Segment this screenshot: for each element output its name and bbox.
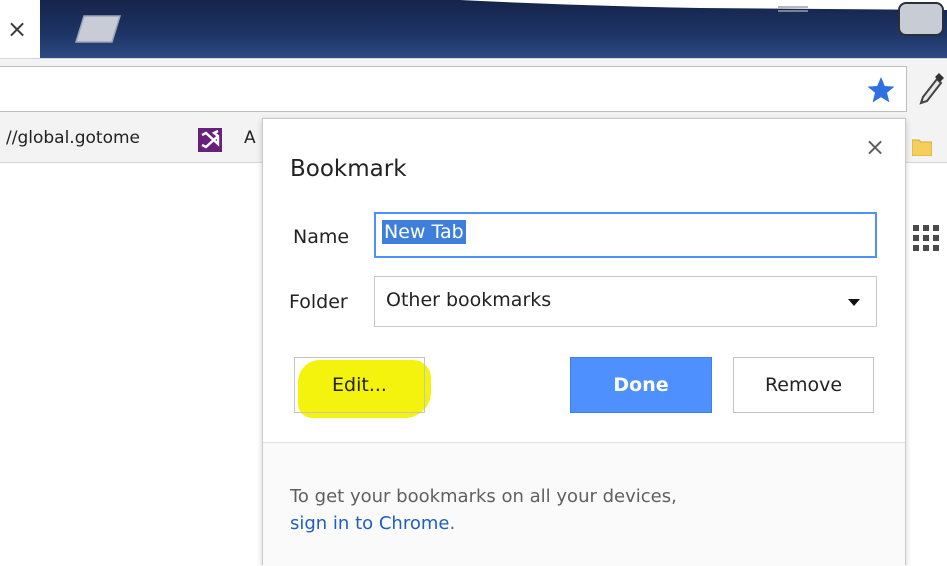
chevron-down-icon [848, 299, 860, 306]
tab-strip: × [0, 0, 947, 64]
done-button[interactable]: Done [570, 357, 712, 413]
visual-studio-icon[interactable] [198, 128, 222, 152]
tab-close-icon[interactable]: × [4, 14, 30, 44]
bubble-title: Bookmark [290, 156, 407, 182]
apps-icon[interactable] [912, 224, 940, 252]
folder-select-value: Other bookmarks [386, 289, 552, 311]
promo-link-suffix: . [449, 513, 456, 534]
name-label: Name [293, 226, 350, 248]
sign-in-promo: To get your bookmarks on all your device… [263, 443, 905, 566]
promo-text: To get your bookmarks on all your device… [290, 486, 677, 507]
sign-in-link[interactable]: sign in to Chrome [290, 513, 449, 534]
name-input-value: New Tab [382, 220, 466, 244]
window-grip-icon [778, 6, 808, 12]
window-control-button[interactable] [898, 2, 944, 36]
close-icon[interactable]: × [861, 133, 889, 161]
new-tab-button[interactable] [74, 14, 122, 44]
bookmark-bubble: × Bookmark Name New Tab Folder Other boo… [262, 118, 906, 566]
bookmark-item-a[interactable]: A [244, 128, 256, 148]
toolbar [0, 58, 947, 119]
folder-icon[interactable] [912, 138, 932, 156]
edit-button-label: Edit... [332, 374, 387, 396]
edit-button[interactable]: Edit... [294, 357, 425, 413]
window-frame [40, 0, 947, 58]
folder-select[interactable]: Other bookmarks [374, 276, 877, 327]
folder-label: Folder [289, 291, 348, 313]
bookmark-item-url[interactable]: //global.gotome [6, 128, 186, 152]
name-input[interactable]: New Tab [374, 212, 877, 258]
promo-text-block: To get your bookmarks on all your device… [290, 483, 677, 537]
remove-button[interactable]: Remove [733, 357, 874, 413]
star-icon[interactable] [866, 75, 896, 105]
omnibox[interactable] [0, 66, 907, 112]
eyedropper-icon[interactable] [917, 71, 945, 105]
